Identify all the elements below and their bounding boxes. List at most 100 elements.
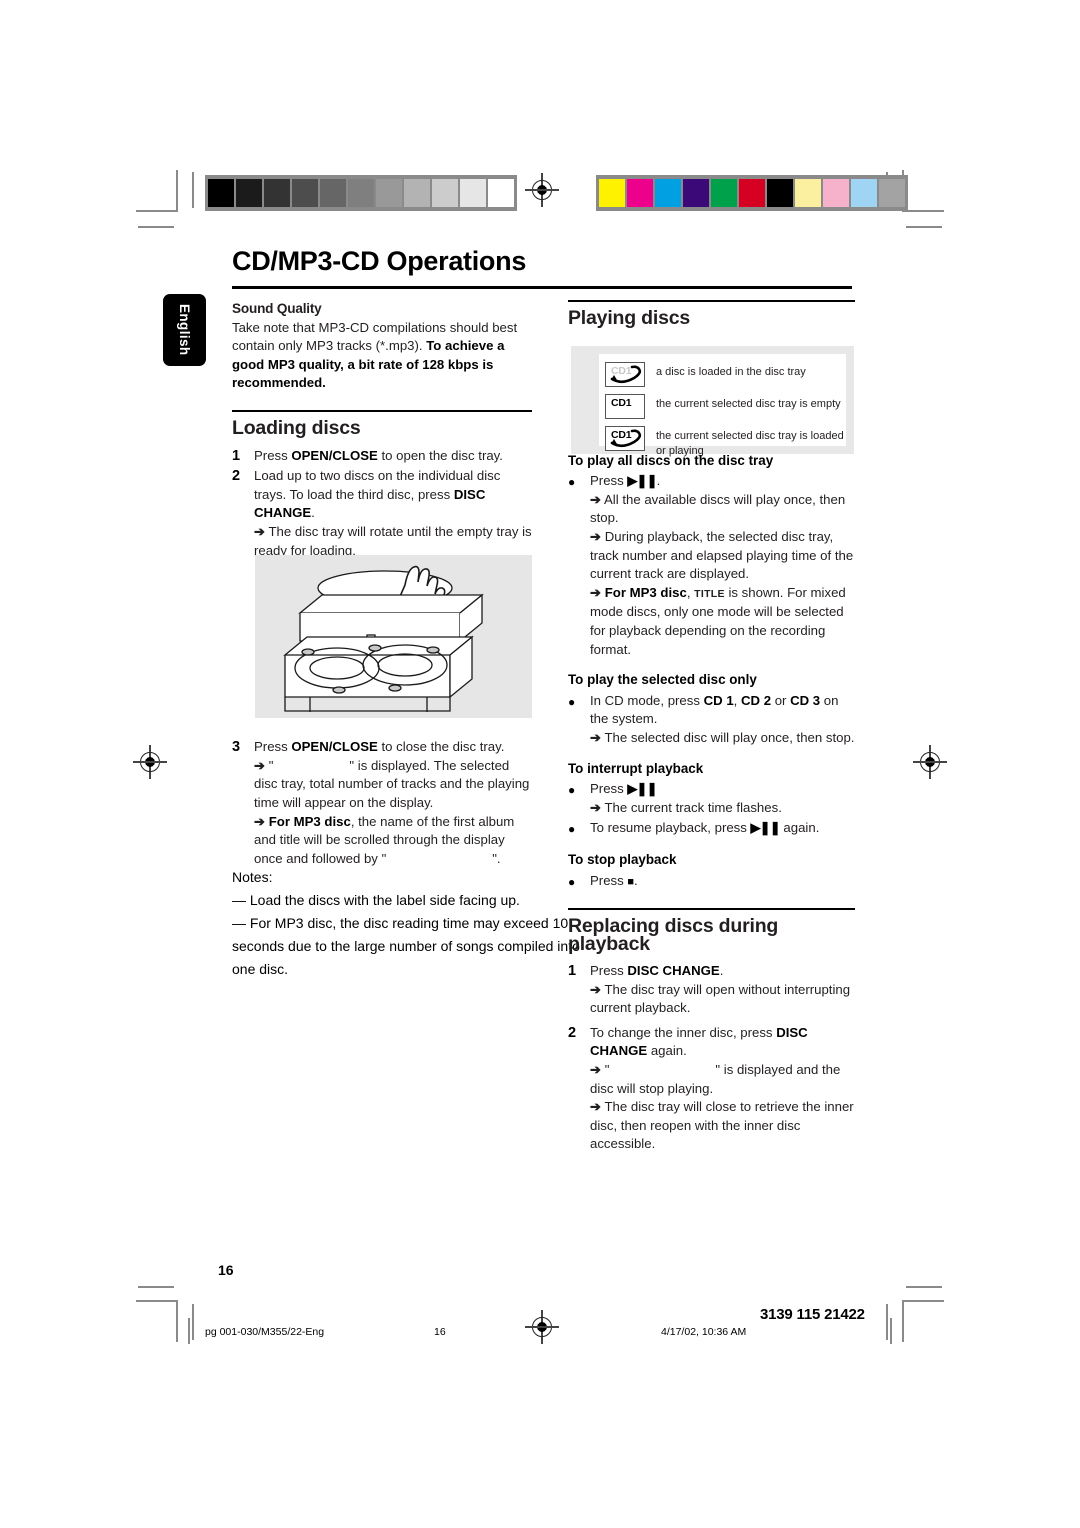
resume-post: again. <box>779 820 820 836</box>
footer-job-number: 3139 115 21422 <box>760 1306 865 1323</box>
replacing-step-1-post: . <box>719 963 724 979</box>
swatch-6 <box>376 179 402 207</box>
crop-mark-bl-h <box>136 1300 178 1302</box>
cd1-key: CD 1 <box>703 692 734 708</box>
arrow-icon: ➔ <box>590 528 602 544</box>
loading-step-3-pre: Press <box>254 739 292 755</box>
registration-mark-top <box>525 173 559 207</box>
play-pause-icon-2: ▶❚❚ <box>627 781 657 797</box>
swatch-1 <box>236 179 262 207</box>
swatch-3 <box>683 179 709 207</box>
note-item-2: — For MP3 disc, the disc reading time ma… <box>232 915 580 977</box>
sound-quality-body: Take note that MP3-CD compilations shoul… <box>232 319 532 393</box>
swatch-9 <box>851 179 877 207</box>
crop-mark-br-v2 <box>886 1304 888 1340</box>
crop-mark-bl-h2 <box>138 1286 174 1288</box>
loading-step-3-text: Press OPEN/CLOSE to close the disc tray.… <box>254 739 530 866</box>
replacing-step-2-number: 2 <box>568 1024 577 1041</box>
disc-change-key-2: DISC CHANGE <box>627 963 720 979</box>
play-selected-result: The selected disc will play once, then s… <box>604 729 855 745</box>
crop-mark-tr-h <box>902 210 944 212</box>
play-all-result-1: All the available discs will play once, … <box>590 491 846 526</box>
replacing-section: Replacing discs during playback 1 Press … <box>568 907 855 1154</box>
color-calibration-bar <box>596 175 908 211</box>
manual-page: English CD/MP3-CD Operations Sound Quali… <box>0 0 1080 1528</box>
registration-mark-left <box>133 745 167 779</box>
bullet-icon: ● <box>568 822 576 837</box>
bullet-icon: ● <box>568 475 576 490</box>
loading-step-1: 1 Press OPEN/CLOSE to open the disc tray… <box>232 447 532 466</box>
open-close-key-2: OPEN/CLOSE <box>291 739 378 755</box>
cd1-tray-empty-icon: CD1 <box>605 394 645 419</box>
title-smallcaps-label: TITLE <box>694 587 725 600</box>
legend-text-2: the current selected disc tray is empty <box>656 398 841 410</box>
swatch-0 <box>208 179 234 207</box>
disc-swoosh-icon-1 <box>610 365 642 384</box>
legend-icon-label-2: CD1 <box>611 397 632 409</box>
legend-row-1: CD1 a disc is loaded in the disc tray <box>605 362 846 387</box>
language-tab: English <box>163 294 206 366</box>
swatch-1 <box>627 179 653 207</box>
play-all-bullet: ● Press ▶❚❚. ➔ All the available discs w… <box>568 472 855 659</box>
play-all-pre: Press <box>590 473 628 489</box>
swatch-3 <box>292 179 318 207</box>
arrow-icon: ➔ <box>590 799 602 815</box>
swatch-7 <box>404 179 430 207</box>
arrow-icon: ➔ <box>254 523 266 539</box>
open-close-key-1: OPEN/CLOSE <box>291 447 378 463</box>
loading-step-3-post: to close the disc tray. <box>377 739 505 755</box>
interrupt-result: The current track time flashes. <box>604 799 782 815</box>
replacing-step-2-pre: To change the inner disc, press <box>590 1024 777 1040</box>
replacing-step-2-text: To change the inner disc, press DISC CHA… <box>590 1024 854 1152</box>
play-selected-or: or <box>771 692 791 708</box>
loading-discs-rule <box>232 409 532 412</box>
footer-rule-right <box>890 1318 892 1344</box>
crop-mark-tr-h2 <box>906 226 942 228</box>
play-selected-bullet: ● In CD mode, press CD 1, CD 2 or CD 3 o… <box>568 692 855 748</box>
notes-block: Notes: — Load the discs with the label s… <box>232 866 587 981</box>
replacing-step-1-number: 1 <box>568 963 577 980</box>
footer-timestamp: 4/17/02, 10:36 AM <box>661 1326 747 1338</box>
crop-mark-bl-v <box>176 1300 178 1342</box>
crop-mark-tl-v <box>176 170 178 212</box>
resume-pre: To resume playback, press <box>590 820 751 836</box>
loading-step-1-post: to open the disc tray. <box>377 447 503 463</box>
replacing-step-2: 2 To change the inner disc, press DISC C… <box>568 1024 855 1154</box>
loading-step-3-number: 3 <box>232 739 241 756</box>
crop-mark-bl-v2 <box>192 1304 194 1340</box>
play-all-post: . <box>656 473 661 489</box>
replacing-heading: Replacing discs during playback <box>568 914 779 956</box>
crop-mark-br-v <box>902 1300 904 1342</box>
swatch-5 <box>348 179 374 207</box>
legend-row-2: CD1 the current selected disc tray is em… <box>605 394 846 419</box>
bullet-icon: ● <box>568 783 576 798</box>
loading-step-2-number: 2 <box>232 468 241 485</box>
disc-swoosh-icon-2 <box>610 429 642 448</box>
for-mp3-disc-label-1: For MP3 disc <box>268 813 351 829</box>
stop-bullet: ● Press ■. <box>568 872 855 892</box>
swatch-9 <box>460 179 486 207</box>
loading-step-1-pre: Press <box>254 447 292 463</box>
arrow-icon: ➔ <box>590 729 602 745</box>
swatch-4 <box>320 179 346 207</box>
playing-discs-rule <box>568 300 855 302</box>
play-pause-icon-3: ▶❚❚ <box>750 820 781 836</box>
note-item-1: — Load the discs with the label side fac… <box>232 892 520 908</box>
loading-step-2-text: Load up to two discs on the individual d… <box>254 467 532 560</box>
swatch-6 <box>767 179 793 207</box>
resume-bullet-text: To resume playback, press ▶❚❚ again. <box>590 819 855 839</box>
crop-mark-br-h <box>902 1300 944 1302</box>
language-tab-label: English <box>177 304 192 356</box>
play-all-bullet-text: Press ▶❚❚. ➔ All the available discs wil… <box>590 473 854 657</box>
bullet-icon: ● <box>568 694 576 709</box>
swatch-4 <box>711 179 737 207</box>
page-title-rule <box>232 286 852 289</box>
arrow-icon: ➔ <box>590 491 602 507</box>
swatch-0 <box>599 179 625 207</box>
stop-pre: Press <box>590 872 628 888</box>
notes-label: Notes: <box>232 869 273 885</box>
swatch-10 <box>488 179 514 207</box>
play-selected-heading: To play the selected disc only <box>568 672 757 688</box>
loading-step-2-post: . <box>311 505 315 521</box>
crop-mark-tl-v2 <box>192 172 194 208</box>
